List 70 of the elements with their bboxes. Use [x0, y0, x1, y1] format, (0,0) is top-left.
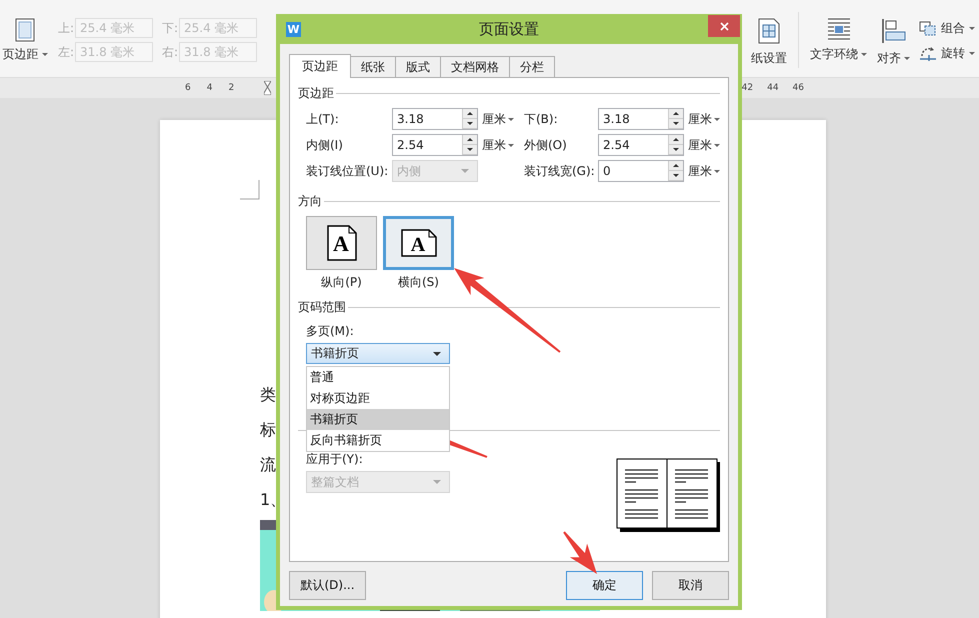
rotate-icon [919, 46, 937, 62]
close-icon [720, 22, 728, 30]
dropdown-option[interactable]: 普通 [307, 367, 449, 388]
page-icon [15, 18, 35, 42]
dialog-button[interactable]: 确定 [566, 571, 643, 600]
margin-corner-mark [240, 180, 260, 200]
field-label: 多页(M): [306, 323, 355, 339]
tab[interactable]: 分栏 [509, 56, 555, 77]
spin-field[interactable]: 0 [598, 160, 684, 182]
unit-dropdown[interactable]: 厘米 [688, 136, 720, 154]
portrait-page-icon: A [326, 225, 356, 261]
orientation-label: 纵向(P) [321, 274, 362, 290]
dialog-button[interactable]: 取消 [652, 571, 729, 600]
document-text: 标 [260, 420, 276, 440]
unit-dropdown[interactable]: 厘米 [688, 162, 720, 180]
field-label: 应用于(Y): [306, 451, 364, 467]
text-wrap-icon [826, 18, 850, 40]
spin-field[interactable]: 3.18 [392, 108, 478, 130]
field-label: 左: [58, 44, 75, 60]
unit-dropdown[interactable]: 厘米 [482, 110, 514, 128]
spin-field[interactable]: 2.54 [598, 134, 684, 156]
section-heading: 页码范围 [298, 298, 346, 316]
document-text: 1、 [260, 490, 286, 510]
indent-marker-icon[interactable] [264, 81, 272, 95]
dialog-button[interactable]: 默认(D)... [289, 571, 366, 600]
margins-button[interactable]: 页边距 [0, 0, 50, 64]
orientation-label: 横向(S) [398, 274, 439, 290]
toolbar-button[interactable]: 组合 [915, 20, 979, 37]
unit-dropdown[interactable]: 厘米 [482, 136, 514, 154]
field-label: 外侧(O) [524, 136, 568, 154]
document-text: 类 [260, 385, 276, 405]
multi-page-dropdown[interactable]: 书籍折页 [306, 343, 450, 364]
document-text: 流 [260, 455, 276, 475]
dropdown-option[interactable]: 书籍折页 [307, 409, 449, 430]
field-label: 右: [162, 44, 179, 60]
ruler-number: 46 [792, 83, 804, 93]
field-label: 装订线宽(G): [524, 162, 596, 180]
annotation-arrow [563, 531, 597, 574]
spin-field[interactable]: 2.54 [392, 134, 478, 156]
orientation-button[interactable]: A [306, 216, 377, 270]
field-label: 上: [58, 20, 75, 36]
field-label: 下(B): [524, 110, 559, 128]
field-label: 内侧(I) [306, 136, 344, 154]
orientation-button[interactable]: A [383, 216, 454, 270]
ruler-number: 6 [185, 83, 191, 93]
toolbar-button[interactable]: 旋转 [915, 45, 979, 62]
section-heading: 页边距 [298, 84, 334, 102]
dialog-title: 页面设置 [479, 20, 539, 38]
ruler-number: 42 [742, 83, 754, 93]
unit-dropdown[interactable]: 厘米 [688, 110, 720, 128]
field-label: 上(T): [306, 110, 340, 128]
toolbar-button[interactable]: 纸设置 [746, 18, 792, 67]
ruler-number: 44 [767, 83, 779, 93]
toolbar-button[interactable]: 文字环绕 [805, 18, 872, 63]
landscape-page-icon: A [400, 229, 436, 257]
spin-field[interactable]: 3.18 [598, 108, 684, 130]
app-logo: W [286, 22, 301, 36]
field-label: 装订线位置(U): [306, 162, 390, 180]
dropdown-option[interactable]: 反向书籍折页 [307, 430, 449, 451]
align-icon [880, 18, 906, 44]
page-grid-icon [757, 18, 781, 44]
section-heading: 方向 [298, 192, 322, 210]
group-icon [919, 20, 937, 36]
ruler-number: 4 [206, 83, 212, 93]
close-button[interactable] [708, 15, 740, 37]
toolbar-button[interactable]: 对齐 [872, 18, 915, 67]
field-label: 下: [162, 20, 179, 36]
tab[interactable]: 页边距 [289, 54, 351, 78]
ruler-number: 2 [228, 83, 234, 93]
dropdown-option[interactable]: 对称页边距 [307, 388, 449, 409]
